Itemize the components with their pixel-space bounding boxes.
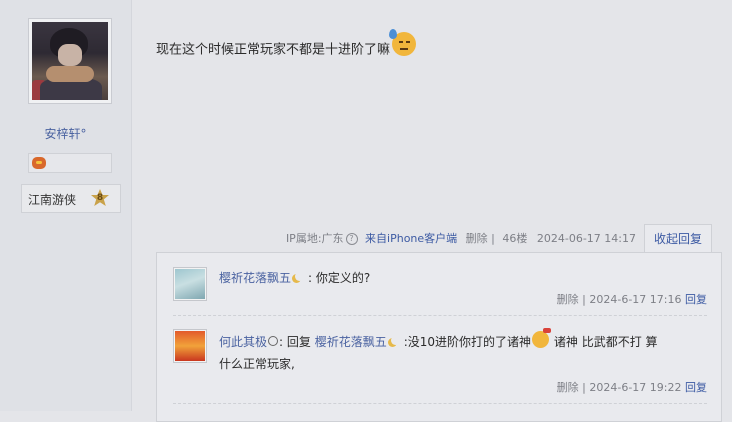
moon-icon (295, 272, 304, 281)
rank-star-icon: 8 (90, 189, 110, 209)
post-meta: IP属地:广东? 来自iPhone客户端 删除 | 46楼 2024-06-17… (286, 230, 636, 246)
reply-date: | 2024-6-17 19:22 (582, 381, 682, 394)
author-sidebar: 安梓轩° 江南游侠 8 (0, 0, 132, 411)
floor-number: 46楼 (502, 232, 528, 245)
game-badge[interactable] (28, 153, 112, 173)
post-date: 2024-06-17 14:17 (536, 232, 636, 245)
avatar-image (32, 22, 108, 100)
reply-avatar[interactable] (173, 329, 207, 363)
post-body: 现在这个时候正常玩家不都是十进阶了嘛 (156, 29, 417, 62)
ip-location: IP属地:广东 (285, 232, 344, 245)
reply-text-part1: :没10进阶你打的了诸神 (403, 335, 532, 349)
reply-divider (173, 403, 707, 405)
vip-ring-icon (268, 336, 279, 346)
rank-badge[interactable]: 江南游侠 8 (21, 184, 121, 213)
reply-delete-link[interactable]: 删除 (557, 293, 579, 306)
rank-title: 江南游侠 (28, 193, 77, 207)
post-content-area: 现在这个时候正常玩家不都是十进阶了嘛 IP属地:广东? 来自iPhone客户端 … (132, 0, 732, 422)
reply-content-line2: 什么正常玩家, (219, 355, 295, 372)
reply-author-link[interactable]: 何此其极 (219, 335, 267, 349)
collapse-replies-button[interactable]: 收起回复 (644, 224, 712, 253)
gamepad-icon (32, 157, 46, 169)
rank-level: 8 (96, 193, 104, 203)
author-name-link[interactable]: 安梓轩° (0, 125, 131, 142)
reply-panel: 樱祈花落飘五 : 你定义的? 删除 | 2024-6-17 17:16 回复 何此… (156, 252, 722, 422)
reply-button[interactable]: 回复 (685, 381, 707, 394)
delete-link[interactable]: 删除 | (466, 232, 495, 245)
reply-content: 樱祈花落飘五 : 你定义的? (219, 269, 370, 286)
reply-meta: 删除 | 2024-6-17 17:16 回复 (557, 291, 707, 307)
reply-to-link[interactable]: 樱祈花落飘五 (315, 335, 387, 349)
moon-icon (391, 336, 400, 345)
reply-divider (173, 315, 707, 317)
bow-emoji-icon (532, 328, 552, 348)
reply-text: : 你定义的? (308, 271, 371, 285)
reply-date: | 2024-6-17 17:16 (582, 293, 682, 306)
reply-text-part2: 诸神 比武都不打 算 (553, 335, 658, 349)
reply-word: : 回复 (279, 335, 311, 349)
reply-button[interactable]: 回复 (685, 293, 707, 306)
reply-meta: 删除 | 2024-6-17 19:22 回复 (557, 379, 707, 395)
reply-content: 何此其极 : 回复 樱祈花落飘五 :没10进阶你打的了诸神 诸神 比武都不打 算 (219, 328, 658, 351)
reply-author-link[interactable]: 樱祈花落飘五 (219, 271, 291, 285)
client-source[interactable]: 来自iPhone客户端 (365, 232, 457, 245)
help-icon[interactable]: ? (345, 233, 358, 245)
reply-text-line2: 什么正常玩家, (219, 357, 295, 371)
reply-delete-link[interactable]: 删除 (557, 381, 579, 394)
reply-avatar[interactable] (173, 267, 207, 301)
user-avatar[interactable] (28, 18, 112, 104)
sweat-emoji-icon (389, 29, 417, 56)
post-text: 现在这个时候正常玩家不都是十进阶了嘛 (156, 42, 391, 58)
